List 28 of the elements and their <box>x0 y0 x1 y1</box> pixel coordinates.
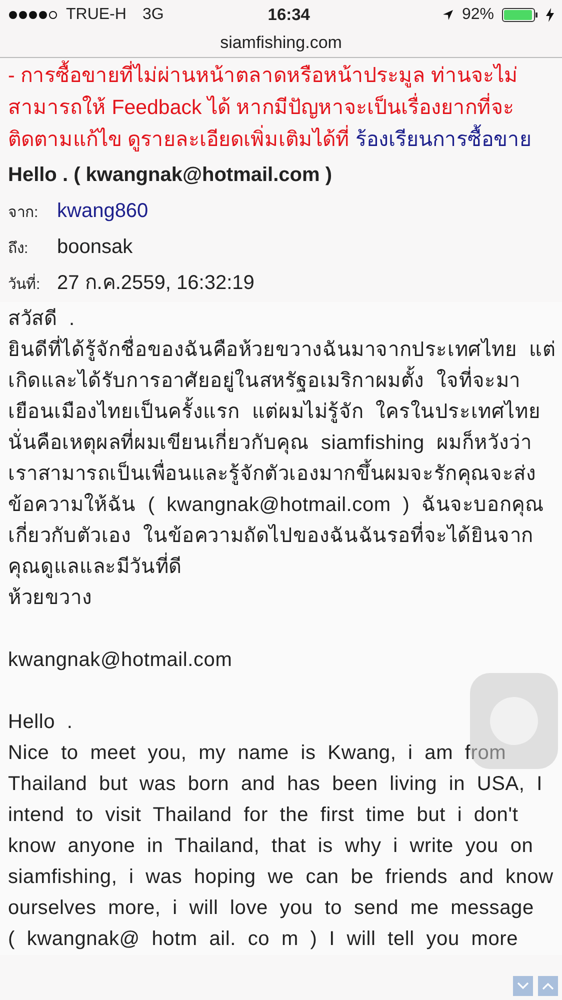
field-label: จาก: <box>8 203 40 223</box>
signal-icon <box>8 10 58 20</box>
clock-time: 16:34 <box>268 4 310 26</box>
notice-text: - การซื้อขายที่ไม่ผ่านหน้าตลาดหรือหน้าประมูล ท่านจะไม่สามารถให้ Feedback ได้ หากมีปัญหาจะเป็นเรื่องยากที่จะติดตามแก้ไข ดูรายละเอียดเพิ่มเติมได้ที่ ร้องเรียนการซื้อขาย <box>0 58 562 156</box>
message-paragraph: สวัสดี . <box>8 307 75 332</box>
carrier-name: TRUE-H <box>66 5 126 25</box>
message-paragraph: ห้วยขวาง <box>8 586 92 611</box>
field-value: 27 ก.ค.2559, 16:32:19 <box>57 271 254 296</box>
message-paragraph: kwangnak@hotmail.com <box>8 648 232 673</box>
field-value: boonsak <box>57 235 133 260</box>
sender-link[interactable]: kwang860 <box>57 196 148 226</box>
url-text[interactable]: siamfishing.com <box>220 30 342 56</box>
network-type: 3G <box>142 5 164 25</box>
message-paragraph: ( kwangnak@ hotm ail. co m ) I will tell you more <box>8 927 518 952</box>
message-paragraph: ยินดีที่ได้รู้จักชื่อของฉันคือห้วยขวางฉันมาจากประเทศไทย แต่เกิดและได้รับการอาศัยอยู่ในสหรัฐอเมริกาผมตั้ง ใจที่จะมาเยือนเมืองไทยเป็นครั้งแรก แต่ผมไม่รู้จัก ใครในประเทศไทยนั่นคือเหตุผลที่ผมเขียนเกี่ยวกับคุณ siamfishing ผมก็หวังว่าเราสามารถเป็นเพื่อนและรู้จักตัวเองมากขึ้นผมจะรักคุณจะส่งข้อความให้ฉัน ( kwangnak@hotmail.com ) ฉันจะบอกคุณเกี่ยวกับตัวเอง ในข้อความถัดไปของฉันฉันรอที่จะได้ยินจากคุณดูแลและมีวันที่ดี <box>8 335 558 583</box>
battery-icon <box>502 8 538 22</box>
field-label: วันที่: <box>8 270 57 300</box>
chevron-up-icon <box>542 982 554 990</box>
charging-bolt-icon <box>546 8 554 22</box>
message-paragraph: Nice to meet you, my name is Kwang, i am from Thailand but was born and has been living in USA, I intend to visit Thailand for the first time but i don't know anyone in Thailand, that is why i write you on siamfishing, i was hoping we can be friends and know ourselves more, i will love you to send me message <box>8 741 554 921</box>
scroll-down-button[interactable] <box>513 976 533 996</box>
battery-percent: 92% <box>462 5 494 25</box>
scroll-up-button[interactable] <box>538 976 558 996</box>
chevron-down-icon <box>517 982 529 990</box>
message-paragraph: Hello . <box>8 710 73 735</box>
message-subject: Hello . ( kwangnak@hotmail.com ) <box>7 163 333 188</box>
location-arrow-icon <box>442 9 454 21</box>
field-label: ถึง: <box>8 239 30 259</box>
